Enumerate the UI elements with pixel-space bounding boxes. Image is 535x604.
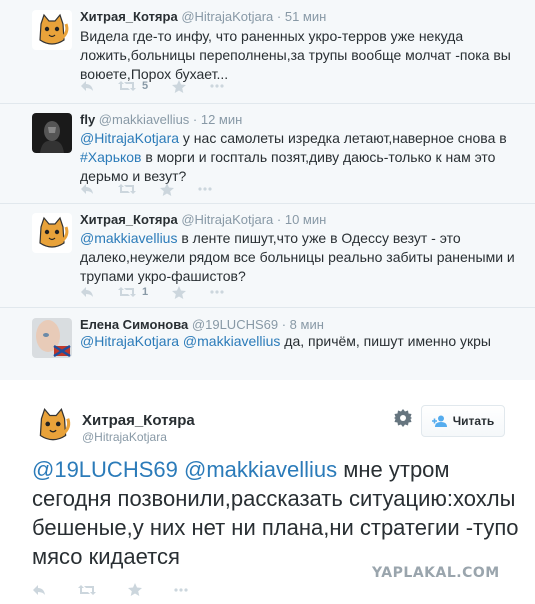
username[interactable]: @19LUCHS69: [192, 317, 278, 332]
retweet-icon: [118, 287, 136, 297]
retweet-count: 5: [142, 80, 149, 92]
username[interactable]: @HitrajaKotjara: [82, 430, 167, 444]
settings-button[interactable]: [394, 409, 412, 432]
retweet-button[interactable]: [78, 583, 96, 596]
retweet-button[interactable]: [118, 183, 136, 195]
star-icon: [128, 583, 142, 596]
display-name[interactable]: Елена Симонова: [80, 317, 188, 332]
reply-tweet-1[interactable]: Хитрая_Котяра @HitrajaKotjara · 51 мин В…: [0, 0, 535, 104]
cat-avatar[interactable]: [32, 213, 72, 253]
more-dots-icon: [210, 84, 224, 88]
reply-icon: [81, 287, 93, 297]
reply-tweet-4[interactable]: Елена Симонова @19LUCHS69 · 8 мин @Hitra…: [0, 308, 535, 380]
retweet-icon: [118, 81, 136, 91]
display-name[interactable]: Хитрая_Котяра: [80, 9, 178, 24]
tweet-header: fly @makkiavellius · 12 мин: [80, 112, 242, 127]
tweet-header: Елена Симонова @19LUCHS69 · 8 мин: [80, 317, 324, 332]
cat-avatar[interactable]: [32, 404, 74, 446]
timestamp[interactable]: · 12 мин: [193, 112, 242, 127]
more-button[interactable]: [198, 187, 212, 191]
reply-button[interactable]: [80, 80, 94, 92]
reply-tweet-3[interactable]: Хитрая_Котяра @HitrajaKotjara · 10 мин @…: [0, 204, 535, 308]
tweet-text-part: в морги и госпталь позят,диву даюсь-толь…: [80, 149, 496, 184]
dark-figure-avatar[interactable]: [32, 113, 72, 153]
tweet-actions: [80, 180, 236, 198]
tweet-actions: 1: [80, 283, 248, 301]
hashtag-link[interactable]: #Харьков: [80, 149, 142, 165]
reply-icon: [33, 584, 45, 595]
username[interactable]: @HitrajaKotjara: [181, 9, 273, 24]
mention-link[interactable]: @makkiavellius: [184, 457, 337, 482]
cat-avatar[interactable]: [32, 10, 72, 50]
tweet-actions: 5: [80, 77, 248, 95]
more-dots-icon: [174, 587, 188, 592]
follow-button[interactable]: Читать: [421, 405, 505, 437]
tweet-text-part: да, причём, пишут именно укры: [280, 333, 491, 349]
display-name[interactable]: Хитрая_Котяра: [80, 212, 178, 227]
mention-link[interactable]: @HitrajaKotjara: [80, 333, 179, 349]
mention-link[interactable]: @makkiavellius: [183, 333, 280, 349]
timestamp[interactable]: · 51 мин: [277, 9, 326, 24]
mention-link[interactable]: @HitrajaKotjara: [80, 130, 179, 146]
tweet-text: @HitrajaKotjara @makkiavellius да, причё…: [80, 332, 517, 351]
retweet-button[interactable]: 5: [118, 80, 148, 92]
reply-button[interactable]: [80, 286, 94, 298]
follow-label: Читать: [452, 414, 495, 428]
more-button[interactable]: [210, 290, 224, 294]
more-button[interactable]: [210, 84, 224, 88]
timestamp[interactable]: · 10 мин: [277, 212, 326, 227]
retweet-icon: [118, 184, 136, 194]
tweet-actions: [32, 583, 220, 596]
tweet-header: Хитрая_Котяра @HitrajaKotjara · 51 мин: [80, 9, 326, 24]
tweet-text-part: у нас самолеты изредка летают,наверное с…: [179, 130, 507, 146]
tweet-text: @19LUCHS69 @makkiavellius мне утром сего…: [32, 455, 522, 571]
username[interactable]: @makkiavellius: [99, 112, 190, 127]
tweet-text: Видела где-то инфу, что раненных укро-те…: [80, 28, 511, 82]
reply-tweet-2[interactable]: fly @makkiavellius · 12 мин @HitrajaKotj…: [0, 104, 535, 204]
woman-flag-avatar[interactable]: [32, 318, 72, 358]
display-name[interactable]: Хитрая_Котяра: [82, 412, 195, 429]
display-name[interactable]: fly: [80, 112, 95, 127]
favorite-button[interactable]: [172, 79, 187, 93]
favorite-button[interactable]: [128, 583, 142, 596]
more-button[interactable]: [174, 583, 188, 596]
favorite-button[interactable]: [172, 285, 187, 299]
tweet-text: @HitrajaKotjara у нас самолеты изредка л…: [80, 129, 517, 186]
reply-button[interactable]: [32, 583, 46, 596]
conversation-thread: Хитрая_Котяра @HitrajaKotjara · 51 мин В…: [0, 0, 535, 380]
reply-icon: [81, 184, 93, 194]
star-icon: [172, 79, 187, 93]
reply-button[interactable]: [80, 183, 94, 195]
retweet-count: 1: [142, 286, 149, 298]
timestamp[interactable]: · 8 мин: [282, 317, 324, 332]
star-icon: [160, 182, 174, 196]
tweet-text: @makkiavellius в ленте пишут,что уже в О…: [80, 229, 517, 286]
watermark: YAPLAKAL.COM: [372, 565, 500, 581]
more-dots-icon: [210, 290, 224, 294]
mention-link[interactable]: @19LUCHS69: [32, 457, 178, 482]
gear-icon: [394, 409, 412, 427]
reply-icon: [81, 81, 93, 91]
add-user-icon: [431, 415, 447, 427]
favorite-button[interactable]: [160, 182, 174, 196]
star-icon: [172, 285, 187, 299]
retweet-button[interactable]: 1: [118, 286, 148, 298]
username[interactable]: @HitrajaKotjara: [181, 212, 273, 227]
tweet-header: Хитрая_Котяра @HitrajaKotjara · 10 мин: [80, 212, 326, 227]
retweet-icon: [78, 584, 96, 595]
more-dots-icon: [198, 187, 212, 191]
mention-link[interactable]: @makkiavellius: [80, 230, 177, 246]
